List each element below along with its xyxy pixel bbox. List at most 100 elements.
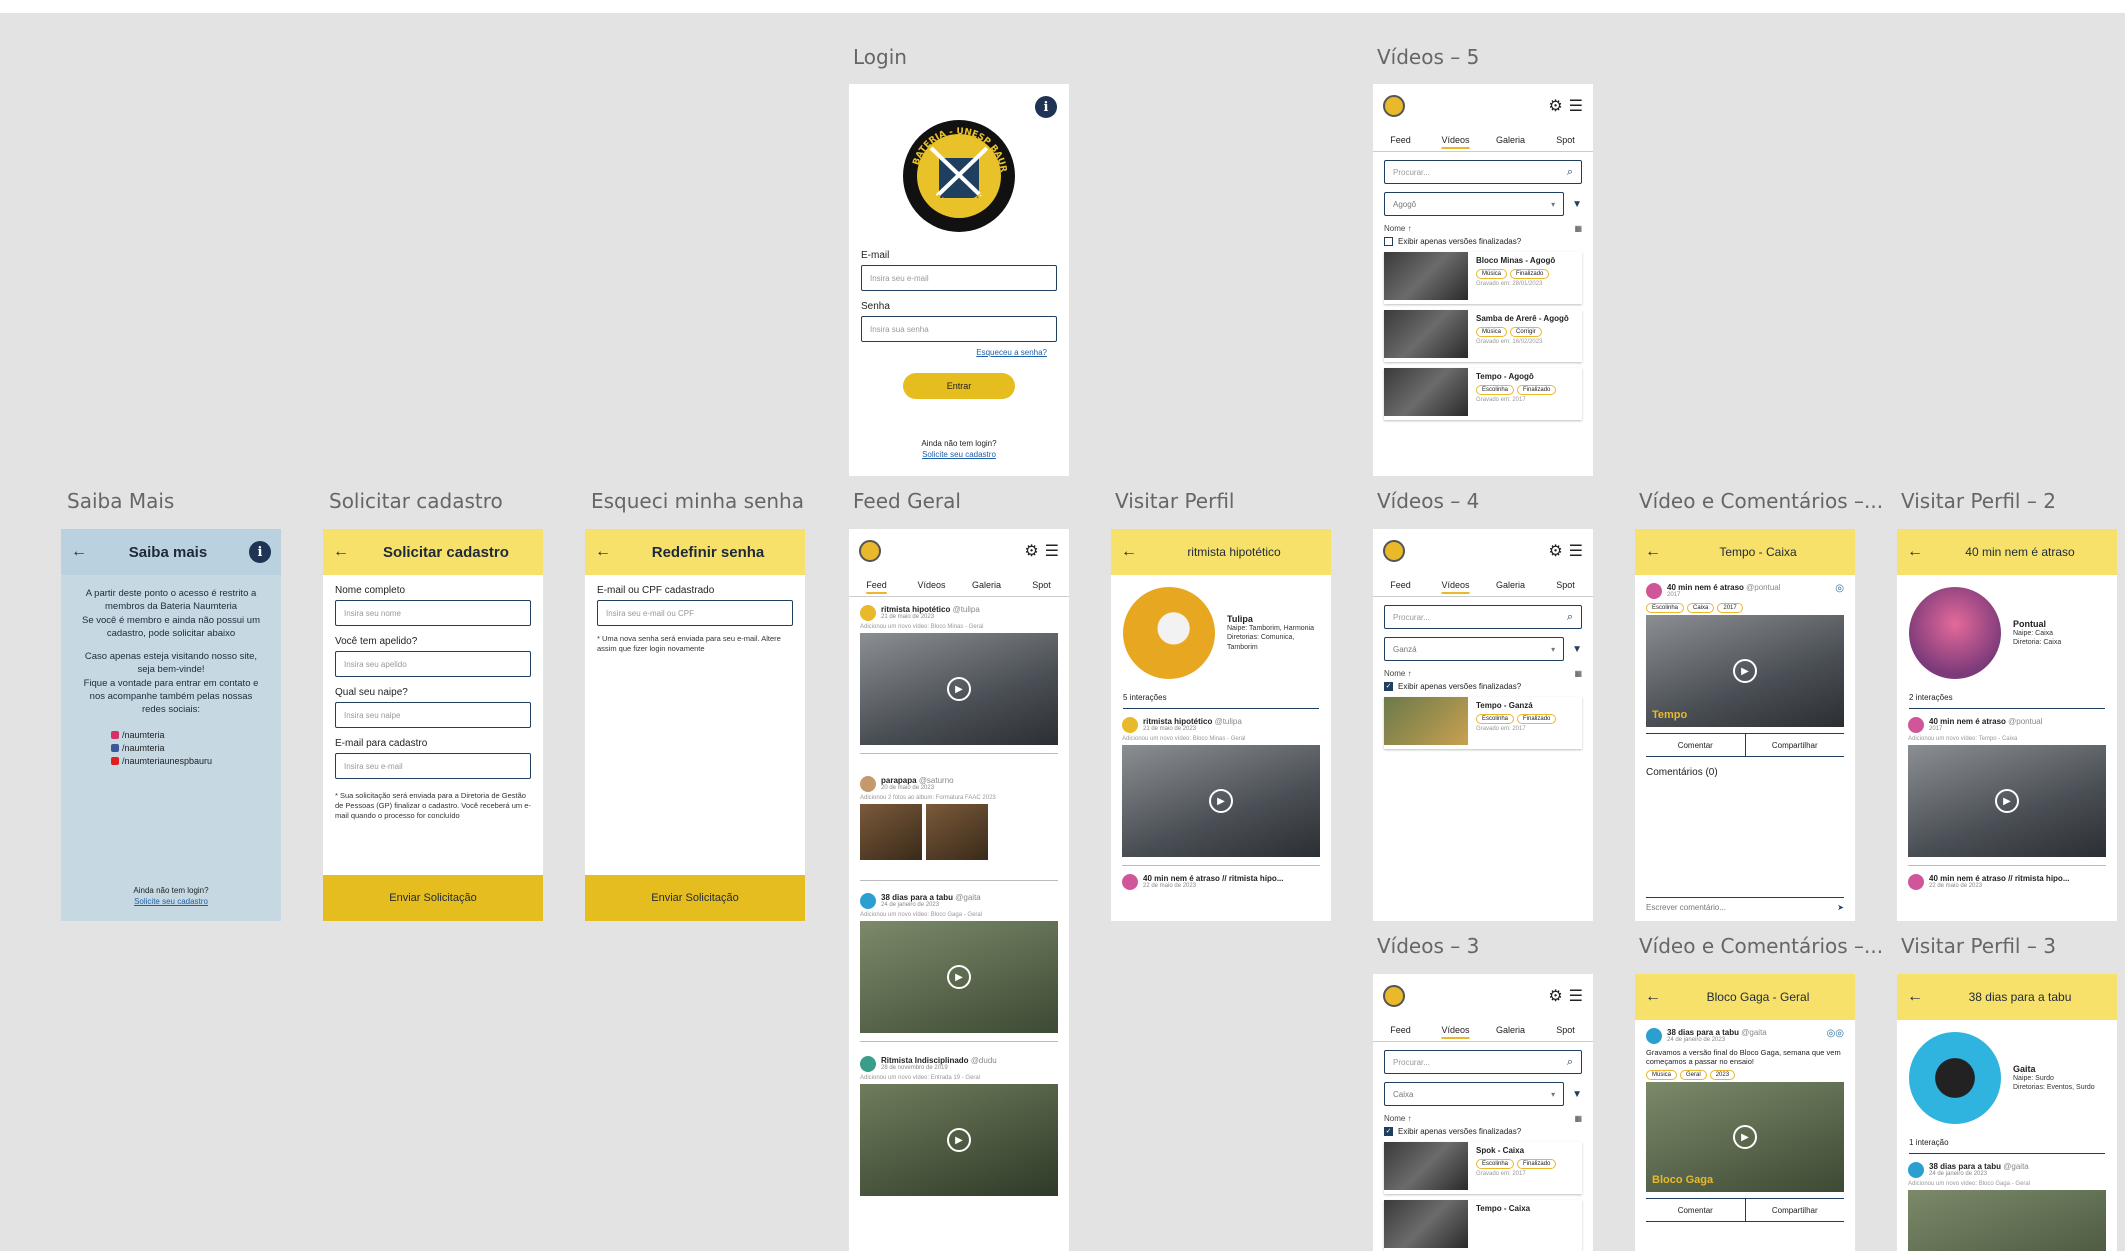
facebook-link[interactable]: /naumteria <box>111 742 281 755</box>
menu-icon[interactable]: ☰ <box>1569 541 1583 561</box>
tab-spot[interactable]: Spot <box>1538 129 1593 151</box>
search-icon[interactable]: ⌕ <box>1567 611 1573 624</box>
menu-icon[interactable]: ☰ <box>1569 986 1583 1006</box>
back-arrow-icon[interactable]: ← <box>1645 543 1661 561</box>
feed-post[interactable]: 38 dias para a tabu @gaita 24 de janeiro … <box>1908 1162 2106 1251</box>
feed-post[interactable]: Ritmista Indisciplinado @dudu 28 de novem… <box>860 1056 1058 1196</box>
app-logo[interactable] <box>859 540 881 562</box>
grid-view-icon[interactable]: ▦ <box>1574 224 1582 233</box>
tab-videos[interactable]: Vídeos <box>1428 1019 1483 1041</box>
feed-post[interactable]: 38 dias para a tabu @gaita 24 de janeiro … <box>860 893 1058 1033</box>
back-arrow-icon[interactable]: ← <box>333 543 349 561</box>
comment-button[interactable]: Comentar <box>1646 1199 1745 1221</box>
video-card[interactable]: Samba de Arerê - Agogô Música Corrigir Grav… <box>1384 310 1582 362</box>
forgot-password-link[interactable]: Esqueceu a senha? <box>871 348 1047 357</box>
nickname-field[interactable]: Insira seu apelido <box>335 651 531 677</box>
play-icon[interactable]: ▶ <box>1209 789 1233 813</box>
video-card[interactable]: Tempo - Agogô Escolinha Finalizado Gravado … <box>1384 368 1582 420</box>
naipe-field[interactable]: Insira seu naipe <box>335 702 531 728</box>
search-icon[interactable]: ⌕ <box>1567 1056 1573 1069</box>
name-field[interactable]: Insira seu nome <box>335 600 531 626</box>
naipe-select[interactable]: Agogô ▾ <box>1384 192 1565 216</box>
only-final-checkbox[interactable] <box>1384 237 1393 246</box>
video-card[interactable]: Spok - Caixa Escolinha Finalizado Gravado e… <box>1384 1142 1582 1194</box>
feed-post[interactable]: parapapa @saturno 20 de maio de 2023 Adic… <box>860 776 1058 860</box>
search-input[interactable]: Procurar... ⌕ <box>1384 1050 1582 1074</box>
search-input[interactable]: Procurar... ⌕ <box>1384 160 1582 184</box>
feed-post[interactable]: ritmista hipotético @tulipa 21 de maio de… <box>1122 717 1320 857</box>
filter-icon[interactable]: ▼ <box>1572 644 1582 655</box>
sort-name[interactable]: Nome ↑ <box>1384 669 1412 678</box>
tab-feed[interactable]: Feed <box>1373 1019 1428 1041</box>
feed-post[interactable]: 40 min nem é atraso // ritmista hipo... 2… <box>1122 874 1320 890</box>
tab-feed[interactable]: Feed <box>849 574 904 596</box>
app-logo[interactable] <box>1383 95 1405 117</box>
tab-videos[interactable]: Vídeos <box>1428 129 1483 151</box>
tab-videos[interactable]: Vídeos <box>1428 574 1483 596</box>
play-icon[interactable]: ▶ <box>1733 1125 1757 1149</box>
send-icon[interactable]: ➤ <box>1837 903 1844 912</box>
only-final-checkbox[interactable]: ✓ <box>1384 682 1393 691</box>
video-card[interactable]: Bloco Minas - Agogô Música Finalizado Grava… <box>1384 252 1582 304</box>
back-arrow-icon[interactable]: ← <box>1907 988 1923 1006</box>
grid-view-icon[interactable]: ▦ <box>1574 669 1582 678</box>
request-signup-link[interactable]: Solicite seu cadastro <box>61 896 281 907</box>
tab-spot[interactable]: Spot <box>1538 1019 1593 1041</box>
login-button[interactable]: Entrar <box>903 373 1015 399</box>
gear-icon[interactable]: ⚙ <box>1024 541 1038 561</box>
play-icon[interactable]: ▶ <box>1733 659 1757 683</box>
tab-feed[interactable]: Feed <box>1373 129 1428 151</box>
play-icon[interactable]: ▶ <box>947 1128 971 1152</box>
app-logo[interactable] <box>1383 540 1405 562</box>
naipe-select[interactable]: Ganzá ▾ <box>1384 637 1565 661</box>
info-icon[interactable]: i <box>1035 96 1057 118</box>
comment-button[interactable]: Comentar <box>1646 734 1745 756</box>
tab-galeria[interactable]: Galeria <box>1483 129 1538 151</box>
tab-spot[interactable]: Spot <box>1014 574 1069 596</box>
grid-view-icon[interactable]: ▦ <box>1574 1114 1582 1123</box>
tab-videos[interactable]: Vídeos <box>904 574 959 596</box>
video-card[interactable]: Tempo - Ganzá Escolinha Finalizado Gravado … <box>1384 697 1582 749</box>
share-button[interactable]: Compartilhar <box>1744 734 1845 756</box>
instagram-link[interactable]: /naumteria <box>111 729 281 742</box>
email-field[interactable]: Insira seu e-mail <box>861 265 1057 291</box>
password-field[interactable]: Insira sua senha <box>861 316 1057 342</box>
email-field[interactable]: Insira seu e-mail <box>335 753 531 779</box>
share-button[interactable]: Compartilhar <box>1744 1199 1845 1221</box>
youtube-link[interactable]: /naumteriaunespbauru <box>111 755 281 768</box>
only-final-checkbox[interactable]: ✓ <box>1384 1127 1393 1136</box>
send-request-button[interactable]: Enviar Solicitação <box>323 875 543 921</box>
request-signup-link[interactable]: Solicite seu cadastro <box>849 449 1069 460</box>
gear-icon[interactable]: ⚙ <box>1548 541 1562 561</box>
feed-post[interactable]: ritmista hipotético @tulipa 21 de maio de… <box>860 605 1058 745</box>
send-request-button[interactable]: Enviar Solicitação <box>585 875 805 921</box>
naipe-select[interactable]: Caixa ▾ <box>1384 1082 1565 1106</box>
tab-galeria[interactable]: Galeria <box>1483 1019 1538 1041</box>
back-arrow-icon[interactable]: ← <box>1121 543 1137 561</box>
tab-spot[interactable]: Spot <box>1538 574 1593 596</box>
email-cpf-field[interactable]: Insira seu e-mail ou CPF <box>597 600 793 626</box>
tab-galeria[interactable]: Galeria <box>959 574 1014 596</box>
filter-icon[interactable]: ▼ <box>1572 1089 1582 1100</box>
back-arrow-icon[interactable]: ← <box>595 543 611 561</box>
feed-post[interactable]: 40 min nem é atraso @pontual 2017 Adicion… <box>1908 717 2106 857</box>
app-logo[interactable] <box>1383 985 1405 1007</box>
play-icon[interactable]: ▶ <box>947 677 971 701</box>
info-icon[interactable]: i <box>249 541 271 563</box>
sort-name[interactable]: Nome ↑ <box>1384 224 1412 233</box>
comment-input[interactable]: Escrever comentário... ➤ <box>1646 897 1844 917</box>
video-card[interactable]: Tempo - Caixa <box>1384 1200 1582 1251</box>
tab-feed[interactable]: Feed <box>1373 574 1428 596</box>
back-arrow-icon[interactable]: ← <box>1907 543 1923 561</box>
gear-icon[interactable]: ⚙ <box>1548 96 1562 116</box>
play-icon[interactable]: ▶ <box>1995 789 2019 813</box>
play-icon[interactable]: ▶ <box>947 965 971 989</box>
sort-name[interactable]: Nome ↑ <box>1384 1114 1412 1123</box>
tab-galeria[interactable]: Galeria <box>1483 574 1538 596</box>
back-arrow-icon[interactable]: ← <box>71 543 87 561</box>
menu-icon[interactable]: ☰ <box>1569 96 1583 116</box>
menu-icon[interactable]: ☰ <box>1045 541 1059 561</box>
filter-icon[interactable]: ▼ <box>1572 199 1582 210</box>
search-icon[interactable]: ⌕ <box>1567 166 1573 179</box>
feed-post[interactable]: 40 min nem é atraso // ritmista hipo... 2… <box>1908 874 2106 890</box>
